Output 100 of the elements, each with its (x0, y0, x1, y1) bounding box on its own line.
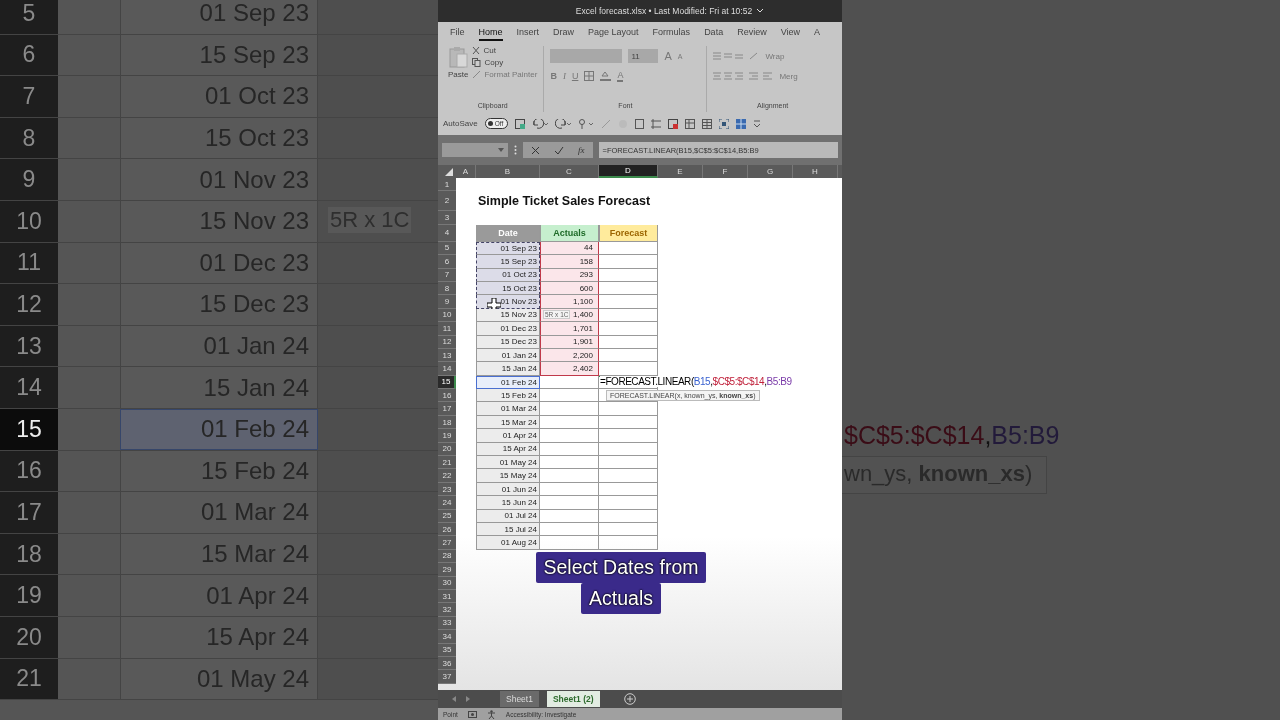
accessibility-icon[interactable] (486, 709, 496, 719)
row-header[interactable]: 19 (438, 429, 456, 443)
caption: Select Dates from (535, 552, 707, 583)
cell-value: 2,200 (572, 350, 593, 360)
previous-sheet-icon[interactable] (452, 696, 457, 702)
clipboard-icon[interactable] (448, 46, 469, 68)
cell-value: 158 (579, 256, 593, 266)
borders-icon[interactable] (584, 71, 595, 81)
row-header[interactable]: 11 (438, 322, 456, 336)
row-header[interactable]: 3 (438, 211, 456, 225)
row-header[interactable]: 16 (438, 389, 456, 403)
check-icon[interactable] (554, 145, 564, 155)
forecast-cell (599, 429, 658, 443)
camera-icon[interactable] (467, 710, 477, 718)
ribbon-tab[interactable]: Home (478, 25, 503, 41)
column-header[interactable]: D (599, 165, 658, 178)
date-cell: 15 Jan 24 (476, 362, 540, 376)
row-header: 9 (0, 159, 58, 200)
paste-label[interactable]: Paste (448, 70, 469, 79)
font-color-button[interactable]: A (617, 70, 624, 82)
row-header[interactable]: 2 (438, 191, 456, 212)
more-icon[interactable] (514, 145, 517, 155)
layout-icon[interactable] (736, 118, 747, 129)
ribbon-tab[interactable]: Insert (516, 25, 540, 41)
forecast-cell (599, 241, 658, 256)
row-header[interactable]: 14 (438, 362, 456, 376)
cell-value: 1,100 (572, 297, 593, 307)
row-header[interactable]: 29 (438, 563, 456, 577)
row-header[interactable]: 1 (438, 178, 456, 192)
grid-icon[interactable] (702, 118, 713, 129)
forecast-cell (599, 348, 658, 363)
close-icon[interactable] (531, 145, 540, 155)
date-cell: 15 Jun 24 (476, 496, 540, 510)
save-icon[interactable] (515, 118, 526, 129)
cell-value: 1,400 (572, 310, 593, 320)
forecast-cell (599, 268, 658, 282)
row-header: 10 (0, 200, 58, 242)
row-header[interactable]: 32 (438, 603, 456, 617)
row-header: 20 (0, 616, 58, 658)
row-header[interactable]: 22 (438, 469, 456, 483)
row-header[interactable]: 37 (438, 670, 456, 684)
row-header: 21 (0, 658, 58, 700)
document-icon[interactable] (635, 118, 645, 129)
sheet-tab[interactable]: Sheet1 (500, 691, 539, 707)
font-name-field[interactable] (550, 49, 623, 63)
ribbon-tab[interactable]: Draw (553, 25, 575, 41)
chevron-down-icon[interactable] (756, 8, 765, 14)
cell-value: 1,901 (572, 337, 593, 347)
forecast-cell (599, 295, 658, 309)
merge-label[interactable]: Merg (779, 71, 798, 81)
add-sheet-icon[interactable] (623, 693, 636, 705)
next-sheet-icon[interactable] (465, 696, 470, 702)
row-header[interactable]: 6 (438, 255, 456, 269)
format-painter-label[interactable]: Format Painter (484, 70, 538, 79)
row-header: 19 (0, 575, 58, 616)
ribbon-tab[interactable]: File (450, 25, 465, 41)
ribbon-tab[interactable]: Formulas (652, 25, 691, 41)
insert-function-button[interactable]: fx (578, 145, 585, 155)
forecast-cell (599, 415, 658, 430)
undo-icon[interactable] (532, 118, 549, 129)
cell-value: 2,402 (572, 364, 593, 373)
copy-label[interactable]: Copy (484, 58, 504, 67)
ribbon-tab[interactable]: Page Layout (588, 25, 639, 41)
table-icon[interactable] (685, 118, 696, 129)
row-header[interactable]: 21 (438, 456, 456, 470)
scissors-icon[interactable] (472, 46, 481, 55)
cell-value: 1,701 (572, 323, 593, 333)
cut-label[interactable]: Cut (483, 46, 496, 55)
font-size-field[interactable]: 11 (628, 49, 659, 63)
formula-text: =FORECAST.LINEAR(B15,$C$5:$C$14,B5:B9 (600, 375, 794, 387)
table-header: Actuals (540, 224, 599, 242)
underline-button[interactable]: U (571, 71, 579, 81)
row-header[interactable]: 17 (438, 402, 456, 416)
row-header[interactable]: 9 (438, 295, 456, 309)
redo-icon[interactable] (555, 118, 572, 129)
row-header[interactable]: 34 (438, 630, 456, 644)
ribbon-tab[interactable]: Data (704, 25, 724, 41)
date-cell: 01 Aug 24 (476, 536, 540, 550)
wrap-text-label[interactable]: Wrap (765, 51, 785, 61)
forecast-cell (599, 281, 658, 296)
date-cell: 01 May 24 (476, 456, 540, 470)
row-header: 13 (0, 325, 58, 367)
touch-mode-icon[interactable] (578, 118, 595, 129)
italic-button[interactable]: I (562, 71, 566, 81)
calendar-icon[interactable] (668, 118, 679, 129)
date-cell: 01 Apr 24 (476, 429, 540, 443)
focus-icon[interactable] (719, 118, 730, 129)
ribbon-tab[interactable]: Review (737, 25, 767, 41)
row-header[interactable]: 24 (438, 496, 456, 510)
copy-icon[interactable] (472, 58, 482, 67)
date-cell: 01 Mar 24 (476, 402, 540, 416)
sheet-tab[interactable]: Sheet1 (2) (546, 691, 600, 707)
ribbon-tab[interactable]: A (814, 25, 821, 41)
row-header[interactable]: 27 (438, 536, 456, 550)
dropdown-icon[interactable] (753, 119, 762, 128)
ribbon-tab[interactable]: View (780, 25, 800, 41)
fill-color-icon[interactable] (600, 71, 612, 81)
forecast-cell (599, 496, 658, 510)
row-header: 12 (0, 284, 58, 325)
forecast-cell (599, 255, 658, 269)
